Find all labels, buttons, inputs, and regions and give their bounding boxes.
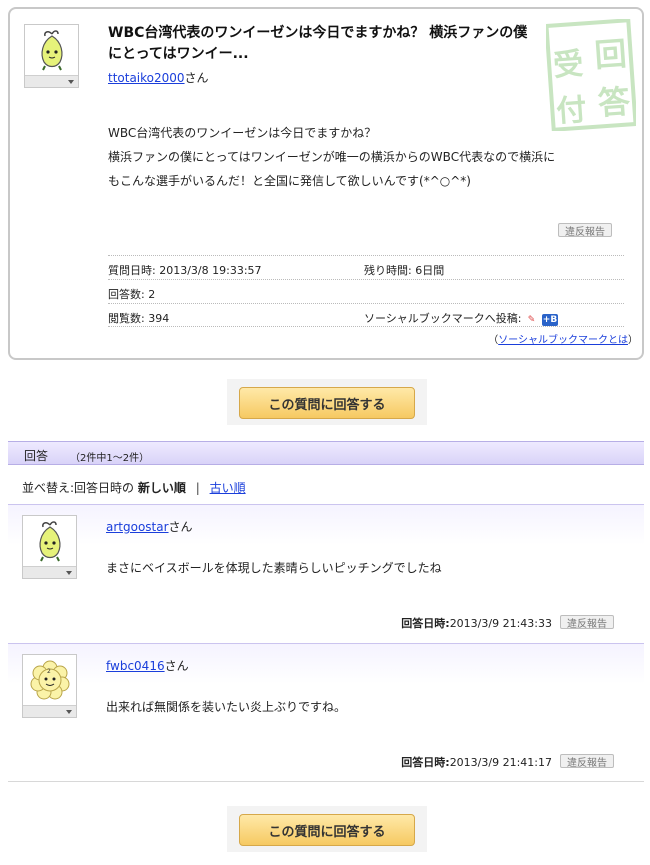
answer-report-button[interactable]: 違反報告	[560, 615, 614, 630]
meta-row: 回答数: 2	[108, 279, 624, 303]
avatar-menu-bar[interactable]	[23, 705, 76, 717]
asked-value: 2013/3/8 19:33:57	[159, 264, 262, 277]
sort-current: 新しい順	[137, 481, 186, 495]
social-bookmark: ソーシャルブックマークへ投稿: ✎ +B	[364, 310, 558, 326]
answer-button-container: この質問に回答する	[227, 379, 427, 425]
answerer-name: fwbc0416さん	[106, 657, 189, 674]
answers-header-count: （2件中1～2件）	[70, 453, 150, 464]
sort-prefix: 並べ替え:回答日時の	[22, 481, 135, 495]
sprout-character-icon	[25, 25, 78, 75]
answer-date-value: 2013/3/9 21:43:33	[449, 617, 552, 630]
answer-date-label: 回答日時:	[401, 756, 450, 769]
svg-text:2: 2	[47, 668, 51, 675]
answerer-name: artgoostarさん	[106, 518, 193, 535]
sort-oldest-link[interactable]: 古い順	[210, 481, 246, 495]
honorific-suffix: さん	[184, 71, 209, 85]
avatar-menu-bar[interactable]	[25, 75, 78, 87]
meta-row: 質問日時: 2013/3/8 19:33:57 残り時間: 6日間	[108, 255, 624, 279]
answer-button-container: この質問に回答する	[227, 806, 427, 852]
question-body-line: WBC台湾代表のワンイーゼンは今日でますかね？	[108, 126, 377, 140]
remaining-value: 6日間	[415, 264, 445, 277]
answer-count: 回答数: 2	[108, 286, 155, 302]
answer-report-button[interactable]: 違反報告	[560, 754, 614, 769]
dropdown-triangle-icon	[68, 80, 74, 84]
question-body: WBC台湾代表のワンイーゼンは今日でますかね？ 横浜ファンの僕にとってはワンイー…	[108, 121, 628, 193]
meta-row: 閲覧数: 394 ソーシャルブックマークへ投稿: ✎ +B	[108, 303, 624, 327]
views-value: 394	[148, 312, 170, 325]
answerer-link[interactable]: artgoostar	[106, 520, 169, 534]
answer-item: artgoostarさん まさにベイスボールを体現した素晴らしいピッチングでした…	[8, 504, 644, 642]
svg-text:答: 答	[597, 82, 633, 122]
answerer-link[interactable]: fwbc0416	[106, 659, 165, 673]
question-card: WBC台湾代表のワンイーゼンは今日でますかね？ 横浜ファンの僕にとってはワンイー…	[8, 7, 644, 360]
answers-header-title: 回答	[24, 449, 49, 463]
asked-label: 質問日時:	[108, 264, 156, 277]
question-report-button[interactable]: 違反報告	[558, 223, 612, 238]
divider	[8, 781, 644, 782]
view-count: 閲覧数: 394	[108, 310, 169, 326]
answerer-avatar[interactable]	[22, 515, 77, 579]
hatena-bookmark-icon[interactable]: +B	[542, 313, 558, 326]
question-meta-table: 質問日時: 2013/3/8 19:33:57 残り時間: 6日間 回答数: 2…	[108, 255, 624, 327]
views-label: 閲覧数:	[108, 312, 145, 325]
social-bookmark-help-link[interactable]: ソーシャルブックマークとは	[498, 335, 628, 346]
questioner-link[interactable]: ttotaiko2000	[108, 71, 185, 85]
questioner-avatar[interactable]	[24, 24, 79, 88]
answerer-avatar[interactable]: 2	[22, 654, 77, 718]
dropdown-triangle-icon	[66, 571, 72, 575]
asked-datetime: 質問日時: 2013/3/8 19:33:57	[108, 262, 262, 278]
honorific-suffix: さん	[168, 520, 193, 534]
avatar-menu-bar[interactable]	[23, 566, 76, 578]
answer-item: 2 fwbc0416さん 出来れば無関係を装いたい炎上ぶりですね。 回答日時:2…	[8, 643, 644, 781]
flower-character-icon: 2	[23, 655, 76, 705]
remaining-label: 残り時間:	[364, 264, 412, 277]
sort-bar: 並べ替え:回答日時の 新しい順 | 古い順	[22, 479, 246, 496]
questioner-name: ttotaiko2000さん	[108, 69, 209, 86]
svg-text:回: 回	[593, 35, 628, 75]
remaining-time: 残り時間: 6日間	[364, 262, 444, 278]
answer-question-button-bottom[interactable]: この質問に回答する	[239, 814, 415, 846]
answer-datetime: 回答日時:2013/3/9 21:43:33	[401, 615, 552, 631]
answer-text: まさにベイスボールを体現した素晴らしいピッチングでしたね	[106, 561, 442, 575]
dropdown-triangle-icon	[66, 710, 72, 714]
sort-separator: |	[195, 481, 200, 495]
bookmark-service-icon[interactable]: ✎	[525, 314, 539, 326]
answer-date-label: 回答日時:	[401, 617, 450, 630]
answer-text: 出来れば無関係を装いたい炎上ぶりですね。	[106, 700, 347, 714]
social-label: ソーシャルブックマークへ投稿:	[364, 312, 522, 325]
answers-value: 2	[148, 288, 156, 301]
sprout-character-icon	[23, 516, 76, 566]
answer-date-value: 2013/3/9 21:41:17	[449, 756, 552, 769]
question-body-line: 横浜ファンの僕にとってはワンイーゼンが唯一の横浜からのWBC代表なので横浜に	[108, 150, 556, 164]
answers-header: 回答 （2件中1～2件）	[8, 441, 644, 465]
svg-text:受: 受	[552, 47, 584, 84]
answer-question-button[interactable]: この質問に回答する	[239, 387, 415, 419]
honorific-suffix: さん	[164, 659, 189, 673]
question-title: WBC台湾代表のワンイーゼンは今日でますかね？ 横浜ファンの僕にとってはワンイー…	[108, 25, 528, 62]
answer-datetime: 回答日時:2013/3/9 21:41:17	[401, 754, 552, 770]
social-bookmark-help: （ソーシャルブックマークとは）	[488, 335, 638, 346]
accepting-answers-stamp: 回 受 答 付	[544, 18, 638, 132]
question-body-line: もこんな選手がいるんだ！と全国に発信して欲しいんです(*^○^*)	[108, 174, 471, 188]
answers-label: 回答数:	[108, 288, 145, 301]
